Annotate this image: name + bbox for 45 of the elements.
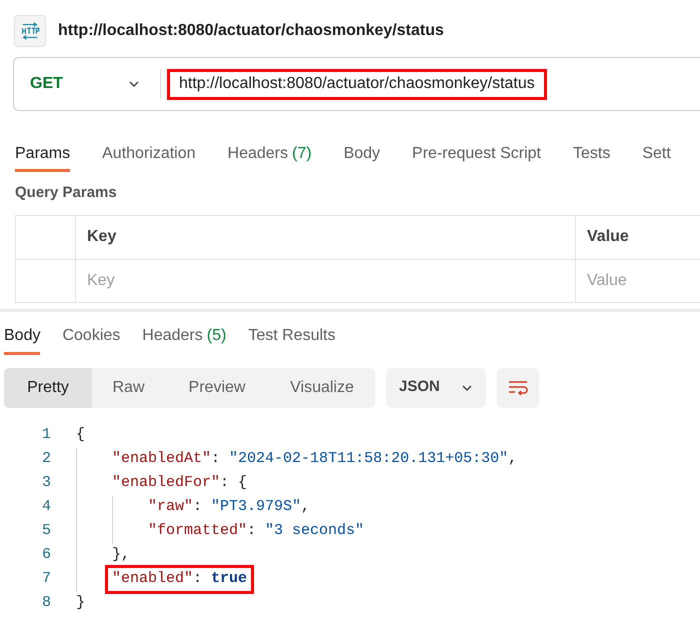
tab[interactable]: Cookies (62, 318, 120, 354)
tab[interactable]: Tests (572, 135, 610, 172)
header-count: (7) (292, 144, 312, 164)
line-number: 1 (40, 425, 51, 446)
view-mode-option[interactable]: Raw (92, 368, 165, 408)
tab[interactable]: Authorization (102, 135, 196, 172)
tab[interactable]: Body (4, 318, 40, 354)
url-field[interactable]: http://localhost:8080/actuator/chaosmonkey/status (167, 68, 547, 100)
tab[interactable]: Test Results (248, 318, 336, 354)
wrap-lines-icon (508, 380, 528, 396)
view-mode-option[interactable]: Pretty (4, 368, 92, 408)
line-number: 7 (40, 569, 51, 590)
code-line: "raw": "PT3.979S", (147, 497, 312, 518)
tab[interactable]: Pre-request Script (412, 135, 541, 172)
tab[interactable]: Body (344, 135, 380, 172)
line-number: 4 (40, 497, 51, 518)
code-line: { (75, 425, 86, 446)
code-line: }, (111, 545, 132, 566)
tab[interactable]: Params (15, 135, 70, 172)
view-mode-option[interactable]: Preview (165, 368, 269, 408)
code-line: "enabledFor": { (111, 473, 248, 494)
line-number: 3 (40, 473, 51, 494)
line-number: 6 (40, 545, 51, 566)
column-header: Value (576, 216, 700, 260)
code-line: "enabledAt": "2024-02-18T11:58:20.131+05:30", (111, 449, 518, 470)
line-number: 8 (40, 593, 51, 614)
line-number: 2 (40, 449, 51, 470)
wrap-lines-button[interactable] (497, 368, 539, 408)
tab[interactable]: Headers (5) (142, 318, 226, 354)
format-dropdown[interactable]: JSON (386, 368, 486, 408)
code-line: "enabled": true (108, 568, 252, 591)
section-title: Query Params (14, 183, 118, 203)
method-dropdown[interactable]: GET (14, 58, 144, 110)
code-line: } (75, 593, 86, 614)
tab[interactable]: Sett (642, 135, 671, 172)
input-field[interactable]: Value (587, 268, 700, 292)
column-header: Key (76, 216, 576, 260)
line-number: 5 (40, 521, 51, 542)
http-icon (14, 14, 46, 46)
tab[interactable]: Headers (7) (228, 135, 312, 172)
view-mode-option[interactable]: Visualize (269, 368, 375, 408)
code-line: "formatted": "3 seconds" (147, 521, 366, 542)
request-title: http://localhost:8080/actuator/chaosmonkey/status (58, 20, 444, 40)
header-count: (5) (206, 326, 226, 346)
input-field[interactable]: Key (87, 268, 575, 292)
